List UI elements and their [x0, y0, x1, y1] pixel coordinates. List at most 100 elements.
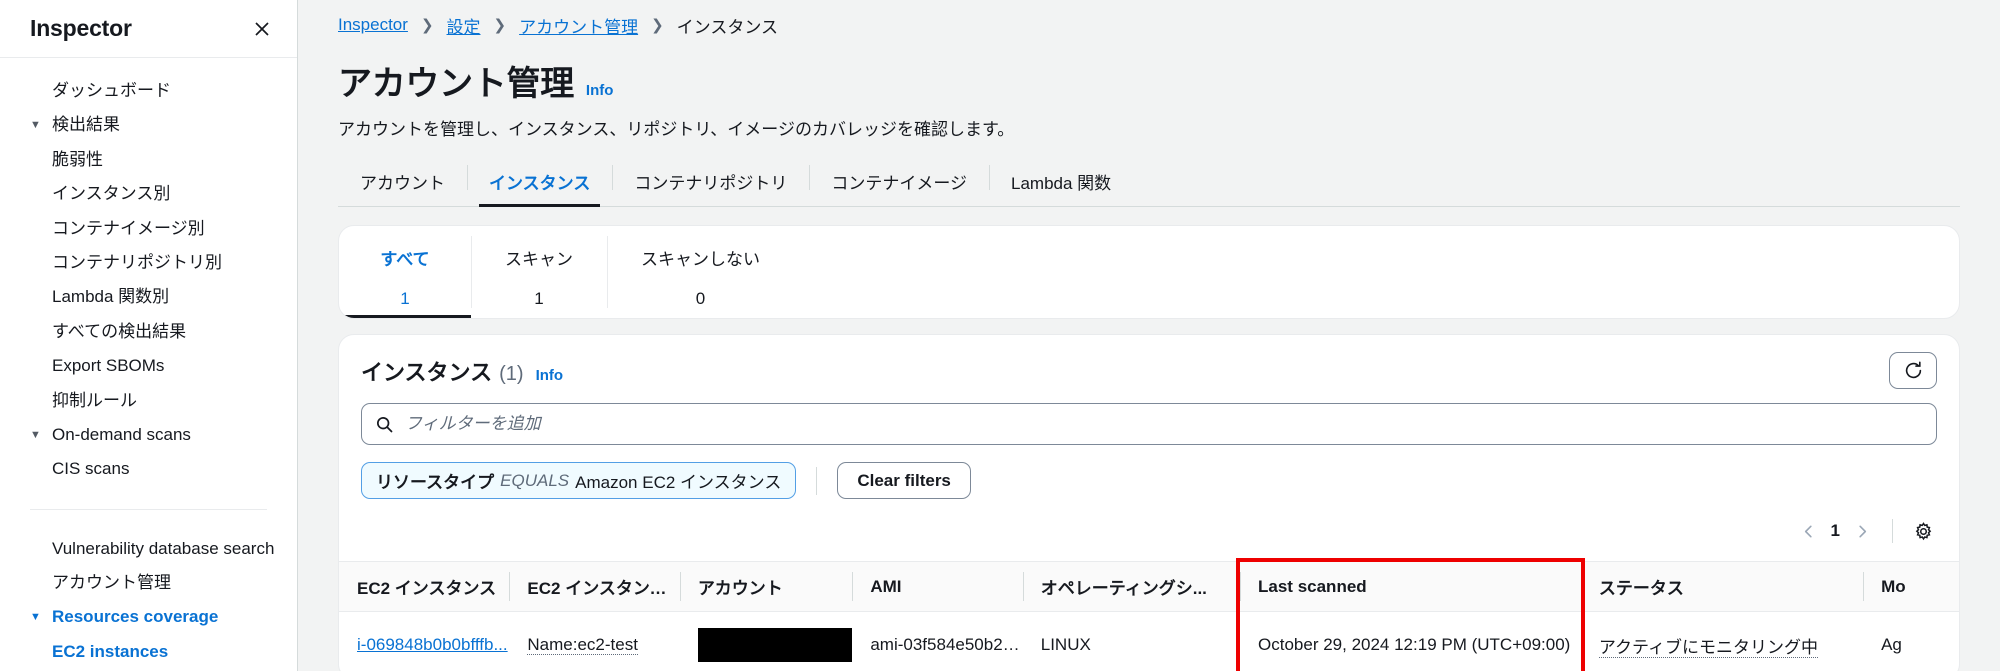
tab-コンテナイメ-ジ[interactable]: コンテナイメージ	[809, 161, 989, 206]
tab-インスタンス[interactable]: インスタンス	[467, 161, 612, 207]
chevron-down-icon[interactable]: ▼	[30, 120, 45, 131]
status-badge[interactable]: アクティブにモニタリング中	[1598, 637, 1818, 658]
sidebar-item-すべての検出結果[interactable]: すべての検出結果	[0, 315, 297, 349]
column-header-1[interactable]: EC2 インスタンス...	[509, 561, 680, 612]
breadcrumb: Inspector ❯ 設定 ❯ アカウント管理 ❯ インスタンス	[338, 0, 1960, 42]
search-input[interactable]	[405, 414, 1923, 434]
pagination: 1	[339, 499, 1959, 547]
page-header: アカウント管理 Info アカウントを管理し、インスタンス、リポジトリ、イメージ…	[338, 56, 1960, 140]
instances-info-link[interactable]: Info	[536, 367, 564, 384]
breadcrumb-item-inspector[interactable]: Inspector	[338, 15, 408, 35]
tab-label: アカウント	[360, 174, 445, 193]
counter-value: 1	[534, 289, 544, 308]
sidebar-item-on-demand-scans[interactable]: ▼ On-demand scans	[0, 418, 297, 452]
sidebar-item-検出結果[interactable]: ▼ 検出結果	[0, 108, 297, 142]
chevron-right-icon[interactable]	[1846, 515, 1878, 547]
search-icon	[375, 415, 394, 434]
sidebar-item-アカウント管理[interactable]: アカウント管理	[0, 566, 297, 600]
tab-label: コンテナイメージ	[831, 174, 967, 193]
sidebar-item-lambda-関数別[interactable]: Lambda 関数別	[0, 280, 297, 314]
instance-name-value[interactable]: Name:ec2-test	[527, 635, 638, 655]
counter-value: 1	[400, 289, 410, 308]
column-header-0[interactable]: EC2 インスタンス	[339, 561, 510, 612]
sidebar-divider	[30, 508, 267, 510]
pagination-page-1[interactable]: 1	[1831, 521, 1840, 541]
counter-スキャン[interactable]: スキャン 1	[471, 226, 607, 318]
sidebar-item-label: Vulnerability database search	[52, 538, 275, 558]
sidebar-item-label: インスタンス別	[52, 184, 171, 204]
clear-filters-button[interactable]: Clear filters	[837, 462, 971, 499]
tab-コンテナリポジトリ[interactable]: コンテナリポジトリ	[612, 161, 809, 206]
chevron-down-icon[interactable]: ▼	[30, 612, 45, 623]
chevron-left-icon[interactable]	[1793, 515, 1825, 547]
breadcrumb-item-settings[interactable]: 設定	[447, 13, 481, 38]
tab-label: Lambda 関数	[1011, 174, 1112, 193]
sidebar-header: Inspector	[0, 0, 297, 58]
gear-icon[interactable]	[1907, 515, 1939, 547]
breadcrumb-item-account-management[interactable]: アカウント管理	[519, 13, 638, 38]
sidebar-item-label: 抑制ルール	[52, 390, 137, 410]
instance-id-link[interactable]: i-069848b0b0bfffb...	[357, 635, 508, 654]
main-content: Inspector ❯ 設定 ❯ アカウント管理 ❯ インスタンス アカウント管…	[298, 0, 2000, 671]
sidebar-item-コンテナイメ-ジ別[interactable]: コンテナイメージ別	[0, 212, 297, 246]
sidebar-nav-group-secondary: Vulnerability database search アカウント管理 ▼ Res…	[0, 532, 297, 671]
sidebar-item-cis-scans[interactable]: CIS scans	[0, 452, 297, 486]
sidebar-item-label: コンテナリポジトリ別	[52, 252, 222, 272]
filter-token-resource-type[interactable]: リソースタイプ EQUALS Amazon EC2 インスタンス	[361, 462, 797, 499]
sidebar-item-vulnerability-database-search[interactable]: Vulnerability database search	[0, 532, 297, 566]
counter-label: スキャンしない	[641, 250, 760, 269]
sidebar-item-label: すべての検出結果	[52, 321, 187, 341]
sidebar-item-label: 脆弱性	[52, 149, 103, 169]
sidebar-item-コンテナリポジトリ別[interactable]: コンテナリポジトリ別	[0, 246, 297, 280]
page-description: アカウントを管理し、インスタンス、リポジトリ、イメージのカバレッジを確認します。	[338, 120, 1015, 139]
ami-value: ami-03f584e50b2d...	[870, 635, 1023, 654]
cell-last-scanned: October 29, 2024 12:19 PM (UTC+09:00)	[1240, 611, 1581, 671]
sidebar-item-脆弱性[interactable]: 脆弱性	[0, 143, 297, 177]
breadcrumb-current: インスタンス	[676, 17, 778, 37]
sidebar-item-label: Export SBOMs	[52, 356, 165, 376]
active-filters-row: リソースタイプ EQUALS Amazon EC2 インスタンス Clear f…	[339, 445, 1959, 499]
instances-card: インスタンス (1) Info フィルターを追加 リソースタイプ EQUALS …	[338, 334, 1960, 671]
chevron-down-icon[interactable]: ▼	[30, 429, 45, 441]
counter-value: 0	[695, 289, 706, 308]
column-header-6[interactable]: ステータス	[1580, 561, 1864, 612]
breadcrumb-separator-icon: ❯	[651, 17, 664, 34]
sidebar-item-label: CIS scans	[52, 459, 130, 479]
sidebar-item-resources-coverage[interactable]: ▼ Resources coverage	[0, 600, 297, 634]
sidebar-item-インスタンス別[interactable]: インスタンス別	[0, 177, 297, 211]
column-header-3[interactable]: AMI	[852, 561, 1023, 612]
sidebar-item-export-sboms[interactable]: Export SBOMs	[0, 349, 297, 383]
column-header-7[interactable]: Mo	[1863, 561, 1959, 612]
filter-search-box[interactable]	[361, 403, 1937, 445]
instances-card-count: (1)	[499, 362, 524, 385]
counter-すべて[interactable]: すべて 1	[339, 226, 471, 318]
column-header-4[interactable]: オペレーティングシ...	[1022, 561, 1241, 612]
column-header-2[interactable]: アカウント	[679, 561, 853, 612]
filter-token-value: Amazon EC2 インスタンス	[575, 473, 782, 492]
table-body: i-069848b0b0bfffb... Name:ec2-test ami-03f…	[339, 611, 1959, 671]
sidebar-item-ダッシュボ-ド[interactable]: ダッシュボード	[0, 74, 297, 108]
pagination-divider	[1892, 519, 1893, 543]
tab-label: インスタンス	[489, 174, 591, 193]
counter-スキャンしない[interactable]: スキャンしない 0	[607, 226, 794, 318]
sidebar-item-ec2-instances[interactable]: EC2 instances	[0, 635, 297, 669]
tab-アカウント[interactable]: アカウント	[338, 161, 467, 206]
page-info-link[interactable]: Info	[586, 82, 614, 99]
sidebar-item-抑制ル-ル[interactable]: 抑制ルール	[0, 384, 297, 418]
inspector-console: Inspector ダッシュボード ▼ 検出結果 脆弱性 インスタンス別 コンテナイメージ…	[0, 0, 2000, 671]
filter-row	[339, 389, 1959, 445]
table-header-row: EC2 インスタンス EC2 インスタンス... アカウント AMI オペレーティングシ…	[339, 561, 1959, 612]
breadcrumb-separator-icon: ❯	[493, 17, 507, 34]
instances-table: EC2 インスタンス EC2 インスタンス... アカウント AMI オペレーティングシ…	[339, 561, 1959, 671]
sidebar-item-label: 検出結果	[52, 115, 120, 135]
tab-lambda-関数[interactable]: Lambda 関数	[989, 161, 1133, 206]
filter-divider	[816, 466, 818, 495]
cell-instance-name: Name:ec2-test	[509, 611, 680, 671]
refresh-icon[interactable]	[1889, 352, 1937, 389]
sidebar: Inspector ダッシュボード ▼ 検出結果脆弱性インスタンス別コンテナイメージ…	[0, 0, 298, 671]
sidebar-item-label: EC2 instances	[52, 641, 169, 661]
cell-instance-id: i-069848b0b0bfffb...	[339, 611, 510, 671]
column-header-5[interactable]: Last scanned	[1240, 561, 1581, 612]
tab-bar: アカウント インスタンス コンテナリポジトリ コンテナイメージ Lambda 関数	[338, 162, 1960, 207]
close-icon[interactable]	[251, 18, 273, 40]
